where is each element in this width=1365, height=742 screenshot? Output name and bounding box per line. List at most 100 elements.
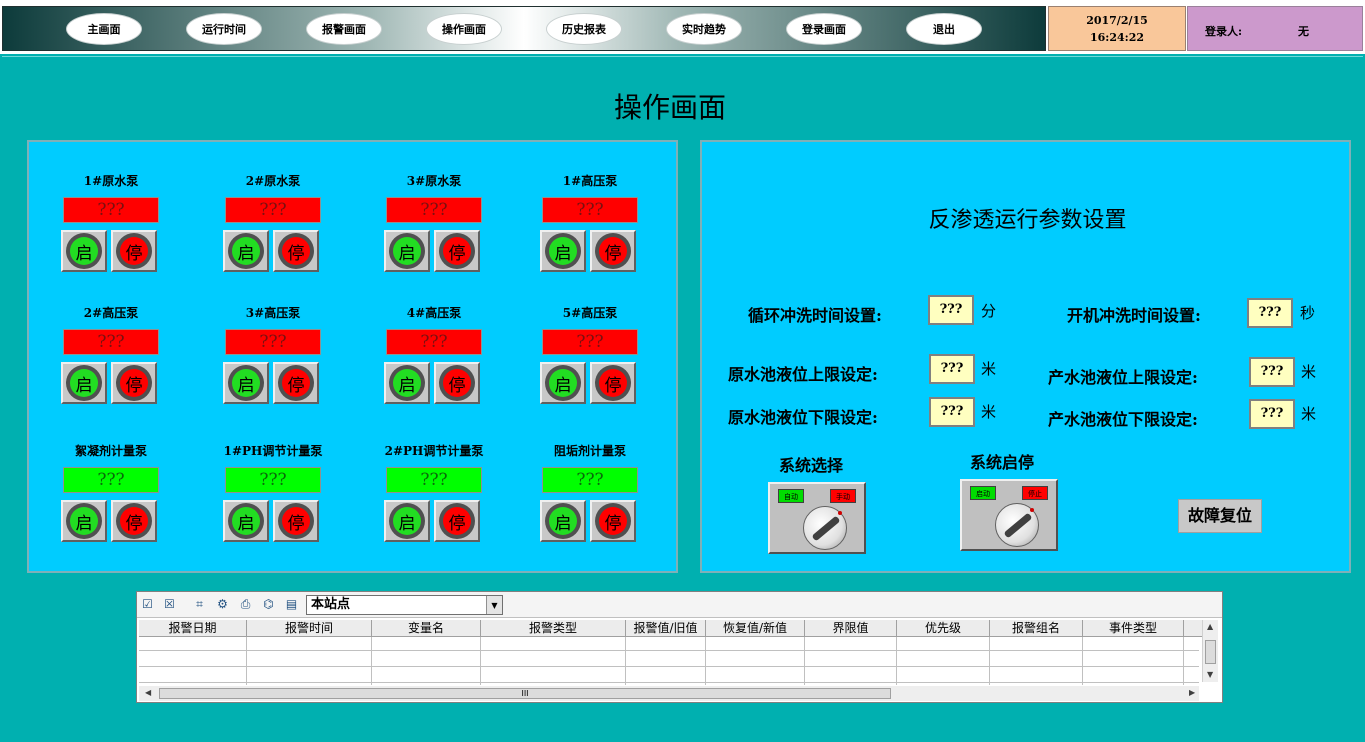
product-lower-label: 产水池液位下限设定:: [1048, 410, 1198, 429]
top-bar: 主画面 运行时间 报警画面 操作画面 历史报表 实时趋势 登录画面 退出 201…: [0, 0, 1365, 54]
print-icon[interactable]: ⎙: [238, 597, 253, 612]
system-startstop-switch[interactable]: 启动 停止: [960, 479, 1058, 551]
col-recover-new-value[interactable]: 恢复值/新值: [706, 620, 805, 637]
pump-start-button[interactable]: 启: [223, 230, 269, 272]
pump-unit: 4#高压泵??? 启停: [384, 304, 484, 404]
table-row[interactable]: [139, 653, 1199, 667]
select-icon[interactable]: ⌗: [192, 597, 207, 612]
station-select[interactable]: 本站点 ▼: [306, 595, 503, 615]
col-priority[interactable]: 优先级: [897, 620, 990, 637]
pump-stop-button[interactable]: 停: [273, 362, 319, 404]
nav-exit-button[interactable]: 退出: [906, 13, 982, 45]
button-label: 停: [282, 369, 310, 397]
pump-start-button[interactable]: 启: [540, 500, 586, 542]
vertical-scrollbar[interactable]: ▲ ▼: [1202, 620, 1218, 682]
raw-lower-input[interactable]: ???: [929, 397, 975, 427]
button-label: 启: [232, 507, 260, 535]
pump-start-button[interactable]: 启: [384, 500, 430, 542]
login-label: 登录人:: [1205, 25, 1243, 38]
start-indicator: 启动: [970, 486, 996, 500]
export-icon[interactable]: ▤: [284, 597, 299, 612]
col-variable-name[interactable]: 变量名: [372, 620, 481, 637]
nav-runtime-button[interactable]: 运行时间: [186, 13, 262, 45]
pump-stop-button[interactable]: 停: [590, 500, 636, 542]
pump-start-button[interactable]: 启: [540, 230, 586, 272]
pump-start-button[interactable]: 启: [223, 362, 269, 404]
pump-stop-button[interactable]: 停: [273, 500, 319, 542]
col-alarm-time[interactable]: 报警时间: [247, 620, 372, 637]
button-ring: 启: [66, 365, 102, 401]
col-limit-value[interactable]: 界限值: [805, 620, 897, 637]
pump-unit: 3#高压泵??? 启停: [223, 304, 323, 404]
pump-name: 2#PH调节计量泵: [384, 444, 484, 458]
pump-stop-button[interactable]: 停: [590, 230, 636, 272]
horizontal-scroll-thumb[interactable]: III: [159, 688, 891, 699]
pump-start-button[interactable]: 启: [61, 230, 107, 272]
product-lower-input[interactable]: ???: [1249, 399, 1295, 429]
nav-alarm-button[interactable]: 报警画面: [306, 13, 382, 45]
raw-upper-input[interactable]: ???: [929, 354, 975, 384]
button-label: 停: [443, 237, 471, 265]
pump-stop-button[interactable]: 停: [590, 362, 636, 404]
nav-login-button[interactable]: 登录画面: [786, 13, 862, 45]
pump-stop-button[interactable]: 停: [111, 230, 157, 272]
system-startstop-label: 系统启停: [970, 453, 1035, 472]
nav-main-button[interactable]: 主画面: [66, 13, 142, 45]
col-alarm-date[interactable]: 报警日期: [139, 620, 247, 637]
pump-stop-button[interactable]: 停: [111, 362, 157, 404]
button-label: 启: [549, 507, 577, 535]
table-row[interactable]: [139, 637, 1199, 651]
filter-icon[interactable]: ⚙: [215, 597, 230, 612]
col-event-type[interactable]: 事件类型: [1083, 620, 1184, 637]
col-alarm-group[interactable]: 报警组名: [990, 620, 1083, 637]
page-title: 操作画面: [613, 91, 726, 124]
button-label: 启: [393, 507, 421, 535]
button-ring: 停: [116, 503, 152, 539]
button-ring: 启: [545, 233, 581, 269]
horizontal-scrollbar[interactable]: ◀ III ▶: [139, 686, 1199, 701]
pump-unit: 2#高压泵??? 启停: [61, 304, 161, 404]
cycle-flush-input[interactable]: ???: [928, 295, 974, 325]
network-icon[interactable]: ⌬: [261, 597, 276, 612]
pump-unit: 1#原水泵??? 启停: [61, 172, 161, 272]
uncheck-icon[interactable]: ☒: [162, 597, 177, 612]
pump-stop-button[interactable]: 停: [434, 362, 480, 404]
button-label: 启: [393, 237, 421, 265]
manual-indicator: 手动: [830, 489, 856, 503]
pump-control-panel: 1#原水泵??? 启停 2#原水泵??? 启停 3#原水泵??? 启停 1#高压泵??? 启停…: [27, 140, 678, 573]
check-icon[interactable]: ☑: [140, 597, 155, 612]
button-ring: 启: [389, 233, 425, 269]
pump-stop-button[interactable]: 停: [273, 230, 319, 272]
pump-start-button[interactable]: 启: [540, 362, 586, 404]
pump-stop-button[interactable]: 停: [111, 500, 157, 542]
vertical-scroll-thumb[interactable]: [1205, 640, 1216, 664]
start-flush-input[interactable]: ???: [1247, 298, 1293, 328]
button-ring: 停: [595, 365, 631, 401]
pump-start-button[interactable]: 启: [384, 230, 430, 272]
col-alarm-type[interactable]: 报警类型: [481, 620, 626, 637]
pump-status: ???: [386, 197, 482, 223]
chevron-down-icon[interactable]: ▼: [486, 596, 502, 614]
col-alarm-old-value[interactable]: 报警值/旧值: [626, 620, 706, 637]
nav-realtime-trend-button[interactable]: 实时趋势: [666, 13, 742, 45]
system-select-switch[interactable]: 自动 手动: [768, 482, 866, 554]
pump-start-button[interactable]: 启: [61, 362, 107, 404]
pump-start-button[interactable]: 启: [384, 362, 430, 404]
pump-status: ???: [386, 329, 482, 355]
pump-start-button[interactable]: 启: [61, 500, 107, 542]
nav-operation-button[interactable]: 操作画面: [426, 13, 502, 45]
pump-start-button[interactable]: 启: [223, 500, 269, 542]
fault-reset-button[interactable]: 故障复位: [1178, 499, 1262, 533]
alarm-table-header: 报警日期 报警时间 变量名 报警类型 报警值/旧值 恢复值/新值 界限值 优先级…: [139, 620, 1206, 637]
table-row[interactable]: [139, 669, 1199, 683]
pump-stop-button[interactable]: 停: [434, 230, 480, 272]
pump-stop-button[interactable]: 停: [434, 500, 480, 542]
button-ring: 启: [66, 233, 102, 269]
button-ring: 启: [228, 233, 264, 269]
button-label: 停: [599, 507, 627, 535]
button-label: 启: [70, 237, 98, 265]
button-ring: 停: [116, 365, 152, 401]
pump-button-row: 启停: [223, 500, 323, 542]
nav-history-report-button[interactable]: 历史报表: [546, 13, 622, 45]
product-upper-input[interactable]: ???: [1249, 357, 1295, 387]
